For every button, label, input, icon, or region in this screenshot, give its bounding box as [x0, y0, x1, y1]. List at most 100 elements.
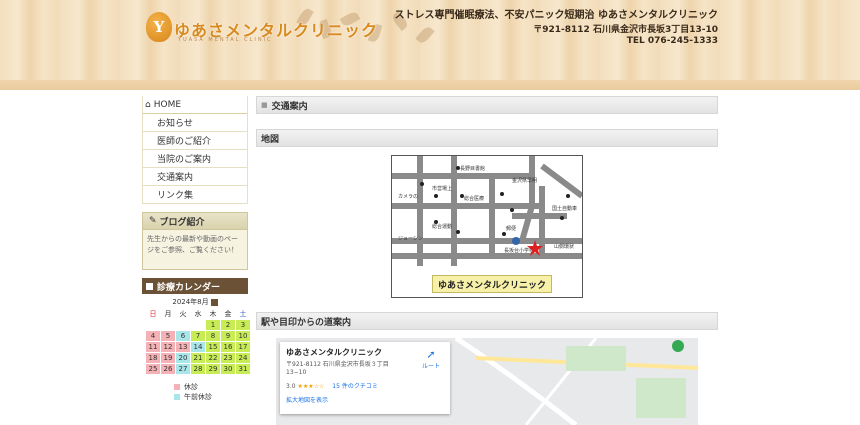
calendar-day: 9: [221, 331, 235, 341]
header-tagline: ストレス専門催眠療法、不安パニック短期治 ゆあさメンタルクリニック: [394, 10, 718, 21]
calendar-day: 26: [161, 364, 175, 374]
blog-description[interactable]: 先生からの最新や動画のページをご参照、ご覧ください！: [142, 230, 248, 270]
sidebar-item-label: リンク集: [157, 191, 194, 201]
home-icon: ⌂: [145, 99, 151, 110]
main-content: ■ 交通案内 地図 長野目書館 金沢県早明 カメラの 市営場上 総合医療 国土自…: [256, 96, 718, 425]
legend-swatch: [174, 394, 180, 400]
google-map-embed[interactable]: ゆあさメンタルクリニック 〒921-8112 石川県金沢市長坂３丁目 13−10…: [276, 338, 698, 425]
blog-heading[interactable]: ✎ ブログ紹介: [142, 212, 248, 230]
calendar-weekday: 水: [194, 310, 202, 318]
reviews-link[interactable]: 15 件のクチコミ: [332, 383, 378, 390]
route-button[interactable]: ➚ ルート: [420, 348, 442, 370]
sidebar-item-home[interactable]: ⌂ HOME: [143, 96, 247, 114]
calendar-day: 31: [236, 364, 250, 374]
square-icon: [146, 282, 153, 290]
calendar-day: 22: [206, 353, 220, 363]
calendar-day: 6: [176, 331, 190, 341]
calendar-day: 28: [191, 364, 205, 374]
calendar-day: 23: [221, 353, 235, 363]
header-tel: TEL 076-245-1333: [626, 36, 718, 46]
calendar-grid: 日月火水木金土 1 2 3 4 5 6 7 8 9 10 11 12 13 14 15 16 17 18 19 20 21…: [146, 309, 250, 374]
logo-icon[interactable]: Y: [146, 12, 172, 42]
site-header: Y ゆあさメンタルクリニック YUASA MENTAL CLINIC ストレス専…: [0, 0, 860, 90]
calendar-day: 4: [146, 331, 160, 341]
calendar-day: 2: [221, 320, 235, 330]
calendar-day: 30: [221, 364, 235, 374]
calendar-empty: [176, 320, 190, 330]
directions-arrow-icon: ➚: [426, 348, 436, 361]
calendar-day: 16: [221, 342, 235, 352]
svg-text:長野目書館: 長野目書館: [460, 165, 485, 172]
svg-text:国土自動車: 国土自動車: [552, 205, 577, 212]
calendar-day: 12: [161, 342, 175, 352]
header-address: 〒921-8112 石川県金沢市長坂3丁目13-10: [533, 25, 718, 35]
calendar-month: 2024年8月: [142, 297, 248, 307]
calendar-day: 5: [161, 331, 175, 341]
map-info-card: ゆあさメンタルクリニック 〒921-8112 石川県金沢市長坂３丁目 13−10…: [280, 342, 450, 414]
sidebar-nav: ⌂ HOME お知らせ 医師のご紹介 当院のご案内 交通案内 リンク集: [142, 96, 248, 204]
svg-text:ジョーシン: ジョーシン: [398, 236, 423, 242]
sidebar-item-label: お知らせ: [157, 119, 193, 129]
calendar-empty: [161, 320, 175, 330]
calendar-day: 19: [161, 353, 175, 363]
legend-am-closed: 午前休診: [174, 392, 248, 402]
sidebar-item-label: 交通案内: [157, 173, 194, 183]
svg-text:金沢県早明: 金沢県早明: [512, 177, 537, 184]
sidebar-item-access[interactable]: 交通案内: [143, 168, 247, 186]
directions-section-label: 駅や目印からの道案内: [261, 317, 352, 328]
calendar-weekday: 土: [239, 310, 247, 318]
calendar-heading: 診療カレンダー: [142, 278, 248, 294]
route-label: ルート: [421, 363, 440, 370]
calendar-month-label: 2024年8月: [172, 298, 209, 306]
calendar-weekday: 火: [179, 310, 187, 318]
page-title: ■ 交通案内: [256, 96, 718, 114]
map-section-heading: 地図: [256, 129, 718, 147]
calendar-day: 8: [206, 331, 220, 341]
calendar-day: 18: [146, 353, 160, 363]
map-clinic-banner: ゆあさメンタルクリニック: [432, 275, 552, 293]
calendar-empty: [191, 320, 205, 330]
sidebar-item-doctor[interactable]: 医師のご紹介: [143, 132, 247, 150]
svg-text:市営場上: 市営場上: [432, 185, 452, 192]
enlarge-map-link[interactable]: 拡大地図を表示: [286, 395, 444, 404]
blog-title: ブログ紹介: [159, 217, 205, 228]
calendar-day: 24: [236, 353, 250, 363]
sidebar-item-links[interactable]: リンク集: [143, 186, 247, 204]
pencil-icon: ✎: [149, 216, 157, 226]
calendar-day: 17: [236, 342, 250, 352]
svg-text:山側環状: 山側環状: [554, 243, 574, 250]
sidebar-item-news[interactable]: お知らせ: [143, 114, 247, 132]
sidebar-item-clinic-guide[interactable]: 当院のご案内: [143, 150, 247, 168]
sidebar-item-label: 医師のご紹介: [157, 137, 212, 147]
calendar-day: 25: [146, 364, 160, 374]
calendar-day: 7: [191, 331, 205, 341]
legend-closed: 休診: [174, 382, 248, 392]
calendar-day: 20: [176, 353, 190, 363]
legend-swatch: [174, 384, 180, 390]
calendar-day: 3: [236, 320, 250, 330]
legend-label: 休診: [184, 383, 198, 391]
calendar-weekday: 月: [164, 310, 172, 318]
calendar-day: 10: [236, 331, 250, 341]
calendar-title: 診療カレンダー: [157, 282, 221, 293]
calendar-empty: [146, 320, 160, 330]
map-place-address: 〒921-8112 石川県金沢市長坂３丁目 13−10: [286, 361, 389, 376]
next-month-icon[interactable]: [210, 298, 218, 306]
legend-label: 午前休診: [184, 393, 212, 401]
calendar-day: 21: [191, 353, 205, 363]
directions-section-heading: 駅や目印からの道案内: [256, 312, 718, 330]
calendar-weekday: 木: [209, 310, 217, 318]
calendar-day: 29: [206, 364, 220, 374]
calendar-day: 15: [206, 342, 220, 352]
map-rating: 3.0 ★★★☆☆ 15 件のクチコミ: [286, 381, 444, 390]
calendar-day: 13: [176, 342, 190, 352]
leaf-decoration: [415, 24, 435, 46]
svg-text:総合運動: 総合運動: [432, 223, 452, 230]
sidebar-item-label: HOME: [153, 99, 182, 110]
calendar-weekday: 日: [149, 310, 157, 318]
bullet-icon: ■: [261, 101, 268, 109]
svg-text:総合医療: 総合医療: [464, 195, 484, 202]
page-title-label: 交通案内: [271, 101, 308, 112]
svg-text:長坂台小学校: 長坂台小学校: [504, 247, 534, 254]
map-section-label: 地図: [261, 134, 280, 145]
